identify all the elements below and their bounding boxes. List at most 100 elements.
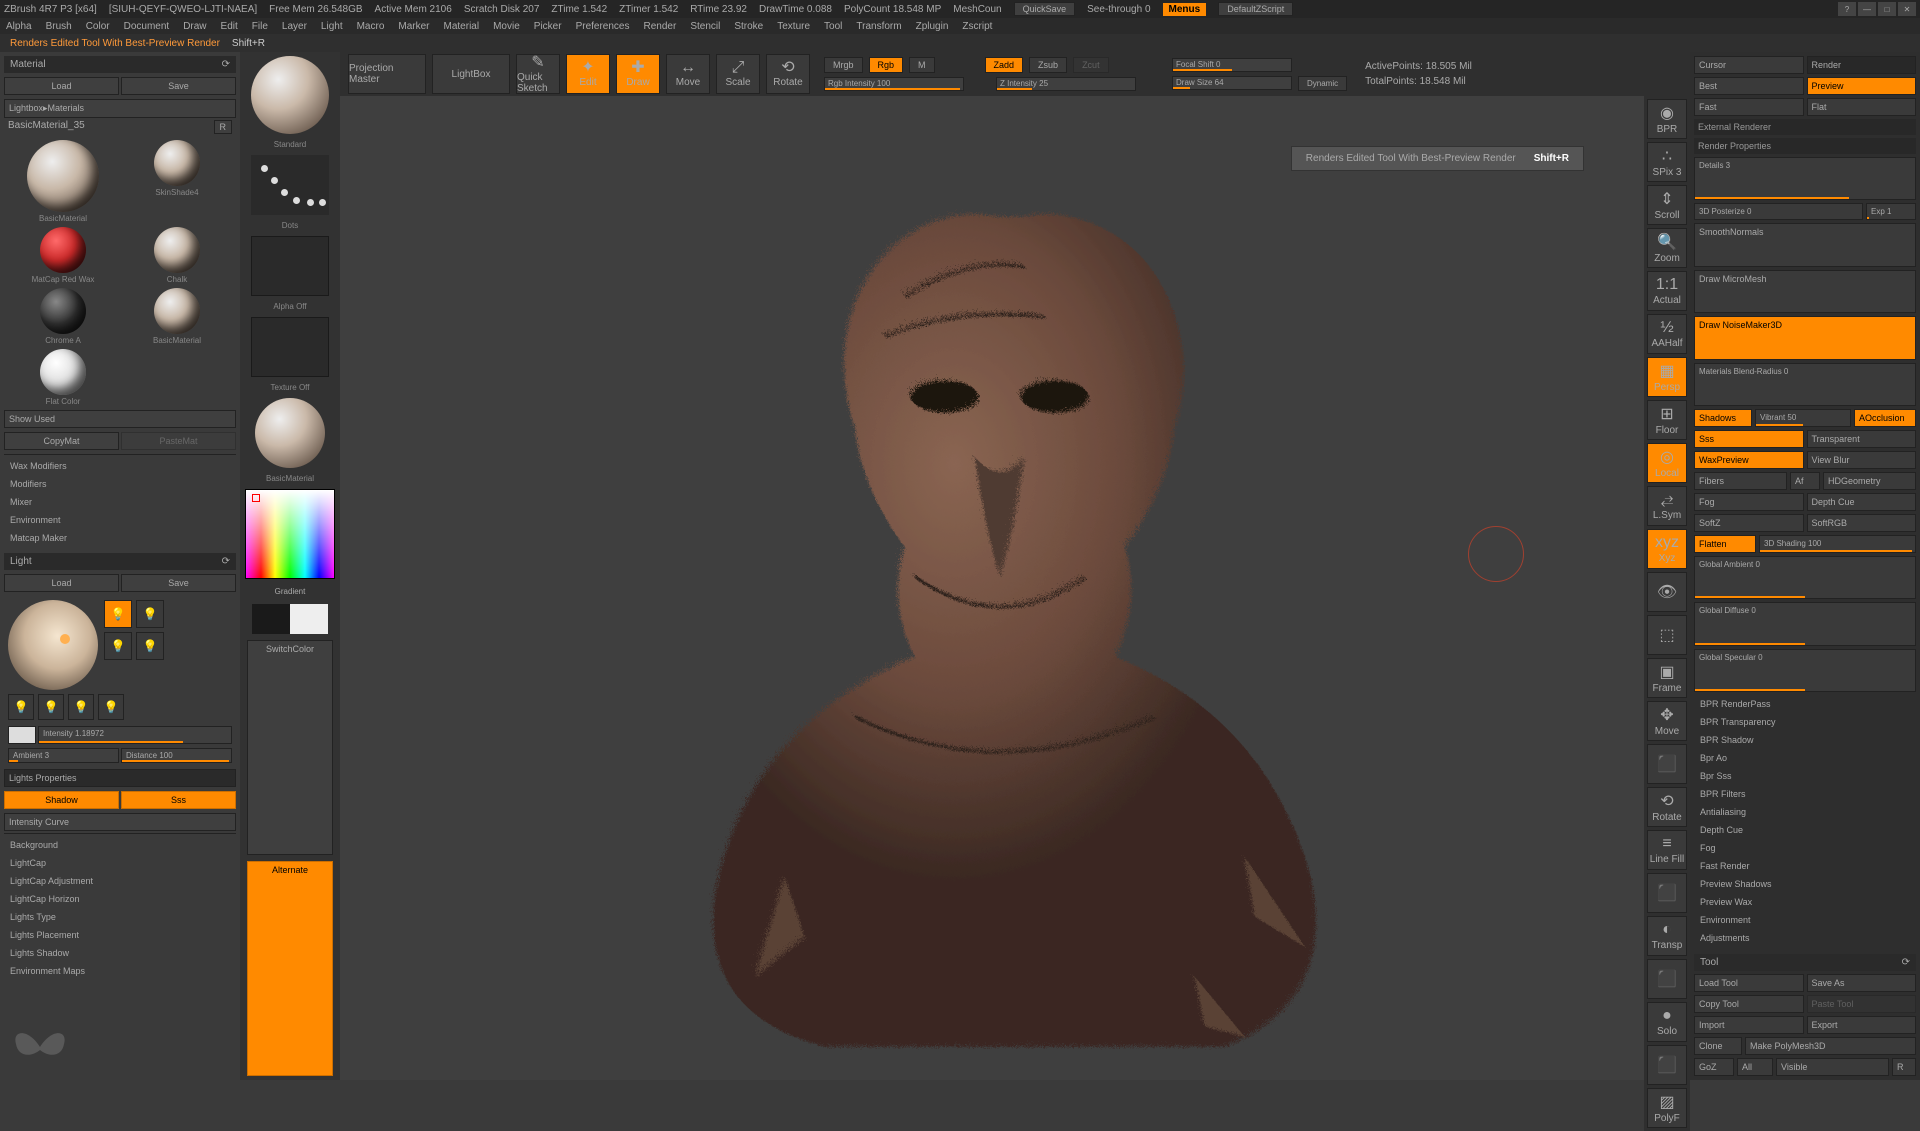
material-preview[interactable]: [255, 398, 325, 468]
cursor-button[interactable]: Cursor: [1694, 56, 1804, 74]
light-bulb-7[interactable]: 💡: [68, 694, 94, 720]
light-preview-sphere[interactable]: [8, 600, 98, 690]
global-ambient-slider[interactable]: Global Ambient 0: [1694, 556, 1916, 599]
right-tool-polyf[interactable]: ▨PolyF: [1647, 1088, 1687, 1128]
menu-stencil[interactable]: Stencil: [690, 21, 720, 32]
right-tool-local[interactable]: ◎Local: [1647, 443, 1687, 483]
menus-toggle[interactable]: Menus: [1163, 3, 1207, 16]
menu-movie[interactable]: Movie: [493, 21, 520, 32]
right-tool-l.sym[interactable]: ⥄L.Sym: [1647, 486, 1687, 526]
quicksave-button[interactable]: QuickSave: [1014, 2, 1076, 16]
menu-material[interactable]: Material: [444, 21, 480, 32]
move-mode-button[interactable]: ↔Move: [666, 54, 710, 94]
menu-transform[interactable]: Transform: [856, 21, 901, 32]
right-tool-persp[interactable]: ▦Persp: [1647, 357, 1687, 397]
exp-slider[interactable]: Exp 1: [1866, 203, 1916, 220]
section-preview-shadows[interactable]: Preview Shadows: [1694, 875, 1916, 893]
global-specular-slider[interactable]: Global Specular 0: [1694, 649, 1916, 692]
material-r-button[interactable]: R: [214, 120, 233, 134]
waxpreview-toggle[interactable]: WaxPreview: [1694, 451, 1804, 469]
render-palette-title[interactable]: Render: [1807, 56, 1917, 74]
section-background[interactable]: Background: [4, 836, 236, 854]
section-environment[interactable]: Environment: [1694, 911, 1916, 929]
external-renderer-header[interactable]: External Renderer: [1694, 119, 1916, 135]
light-bulb-4[interactable]: 💡: [136, 632, 164, 660]
stroke-preview[interactable]: [251, 155, 329, 215]
right-tool-frame[interactable]: ▣Frame: [1647, 658, 1687, 698]
projection-master-button[interactable]: Projection Master: [348, 54, 426, 94]
softz-toggle[interactable]: SoftZ: [1694, 514, 1804, 532]
rotate-mode-button[interactable]: ⟲Rotate: [766, 54, 810, 94]
section-preview-wax[interactable]: Preview Wax: [1694, 893, 1916, 911]
right-tool-solo[interactable]: ●Solo: [1647, 1002, 1687, 1042]
right-tool-blank-20[interactable]: ⬛: [1647, 959, 1687, 999]
light-bulb-3[interactable]: 💡: [104, 632, 132, 660]
draw-size-slider[interactable]: Draw Size 64: [1172, 76, 1292, 90]
section-lightcap-horizon[interactable]: LightCap Horizon: [4, 890, 236, 908]
alternate-button[interactable]: Alternate: [247, 861, 333, 1076]
right-tool-line-fill[interactable]: ≡Line Fill: [1647, 830, 1687, 870]
light-bulb-8[interactable]: 💡: [98, 694, 124, 720]
right-tool-blank-18[interactable]: ⬛: [1647, 873, 1687, 913]
material-swatch[interactable]: BasicMaterial: [8, 140, 118, 223]
menu-marker[interactable]: Marker: [398, 21, 429, 32]
collapse-icon[interactable]: ⟳: [222, 556, 230, 567]
light-color-swatch[interactable]: [8, 726, 36, 744]
section-environment-maps[interactable]: Environment Maps: [4, 962, 236, 980]
menu-layer[interactable]: Layer: [282, 21, 307, 32]
section-wax-modifiers[interactable]: Wax Modifiers: [4, 457, 236, 475]
focal-shift-slider[interactable]: Focal Shift 0: [1172, 58, 1292, 72]
make-polymesh-button[interactable]: Make PolyMesh3D: [1745, 1037, 1916, 1055]
right-tool-transp[interactable]: ◐Transp: [1647, 916, 1687, 956]
3d-shading-slider[interactable]: 3D Shading 100: [1759, 535, 1916, 553]
zsub-button[interactable]: Zsub: [1029, 57, 1067, 73]
goz-button[interactable]: GoZ: [1694, 1058, 1734, 1076]
section-lightcap-adjustment[interactable]: LightCap Adjustment: [4, 872, 236, 890]
light-bulb-5[interactable]: 💡: [8, 694, 34, 720]
switchcolor-button[interactable]: SwitchColor: [247, 640, 333, 855]
menu-stroke[interactable]: Stroke: [734, 21, 763, 32]
menu-edit[interactable]: Edit: [221, 21, 238, 32]
menu-light[interactable]: Light: [321, 21, 343, 32]
section-bpr-transparency[interactable]: BPR Transparency: [1694, 713, 1916, 731]
light-ambient-slider[interactable]: Ambient 3: [8, 748, 119, 763]
blend-radius-slider[interactable]: Materials Blend-Radius 0: [1694, 363, 1916, 406]
default-zscript[interactable]: DefaultZScript: [1218, 2, 1293, 16]
lights-properties-header[interactable]: Lights Properties: [4, 769, 236, 787]
section-antialiasing[interactable]: Antialiasing: [1694, 803, 1916, 821]
menu-alpha[interactable]: Alpha: [6, 21, 32, 32]
sss-toggle-render[interactable]: Sss: [1694, 430, 1804, 448]
menu-brush[interactable]: Brush: [46, 21, 72, 32]
section-lights-shadow[interactable]: Lights Shadow: [4, 944, 236, 962]
material-swatch[interactable]: Chalk: [122, 227, 232, 284]
preview-render-button[interactable]: Preview: [1807, 77, 1917, 95]
right-tool-blank-12[interactable]: ⬚: [1647, 615, 1687, 655]
right-tool-scroll[interactable]: ⇕Scroll: [1647, 185, 1687, 225]
light-load-button[interactable]: Load: [4, 574, 119, 592]
flatten-toggle[interactable]: Flatten: [1694, 535, 1756, 553]
window-maximize-icon[interactable]: □: [1878, 2, 1896, 16]
right-tool-blank-11[interactable]: 👁: [1647, 572, 1687, 612]
viewblur-toggle[interactable]: View Blur: [1807, 451, 1917, 469]
material-swatch[interactable]: SkinShade4: [122, 140, 232, 223]
menu-render[interactable]: Render: [644, 21, 677, 32]
af-toggle[interactable]: Af: [1790, 472, 1820, 490]
section-adjustments[interactable]: Adjustments: [1694, 929, 1916, 947]
brush-preview[interactable]: [251, 56, 329, 134]
section-modifiers[interactable]: Modifiers: [4, 475, 236, 493]
fibers-toggle[interactable]: Fibers: [1694, 472, 1787, 490]
window-minimize-icon[interactable]: —: [1858, 2, 1876, 16]
posterize-slider[interactable]: 3D Posterize 0: [1694, 203, 1863, 220]
goz-visible-button[interactable]: Visible: [1776, 1058, 1889, 1076]
clone-button[interactable]: Clone: [1694, 1037, 1742, 1055]
dynamic-toggle[interactable]: Dynamic: [1298, 76, 1347, 91]
section-lights-placement[interactable]: Lights Placement: [4, 926, 236, 944]
window-close-icon[interactable]: ✕: [1898, 2, 1916, 16]
section-depth-cue[interactable]: Depth Cue: [1694, 821, 1916, 839]
material-save-button[interactable]: Save: [121, 77, 236, 95]
rgb-intensity-slider[interactable]: Rgb Intensity 100: [824, 77, 964, 91]
scale-mode-button[interactable]: ⤢Scale: [716, 54, 760, 94]
aocclusion-toggle[interactable]: AOcclusion: [1854, 409, 1916, 427]
menu-document[interactable]: Document: [124, 21, 170, 32]
right-tool-blank-22[interactable]: ⬛: [1647, 1045, 1687, 1085]
